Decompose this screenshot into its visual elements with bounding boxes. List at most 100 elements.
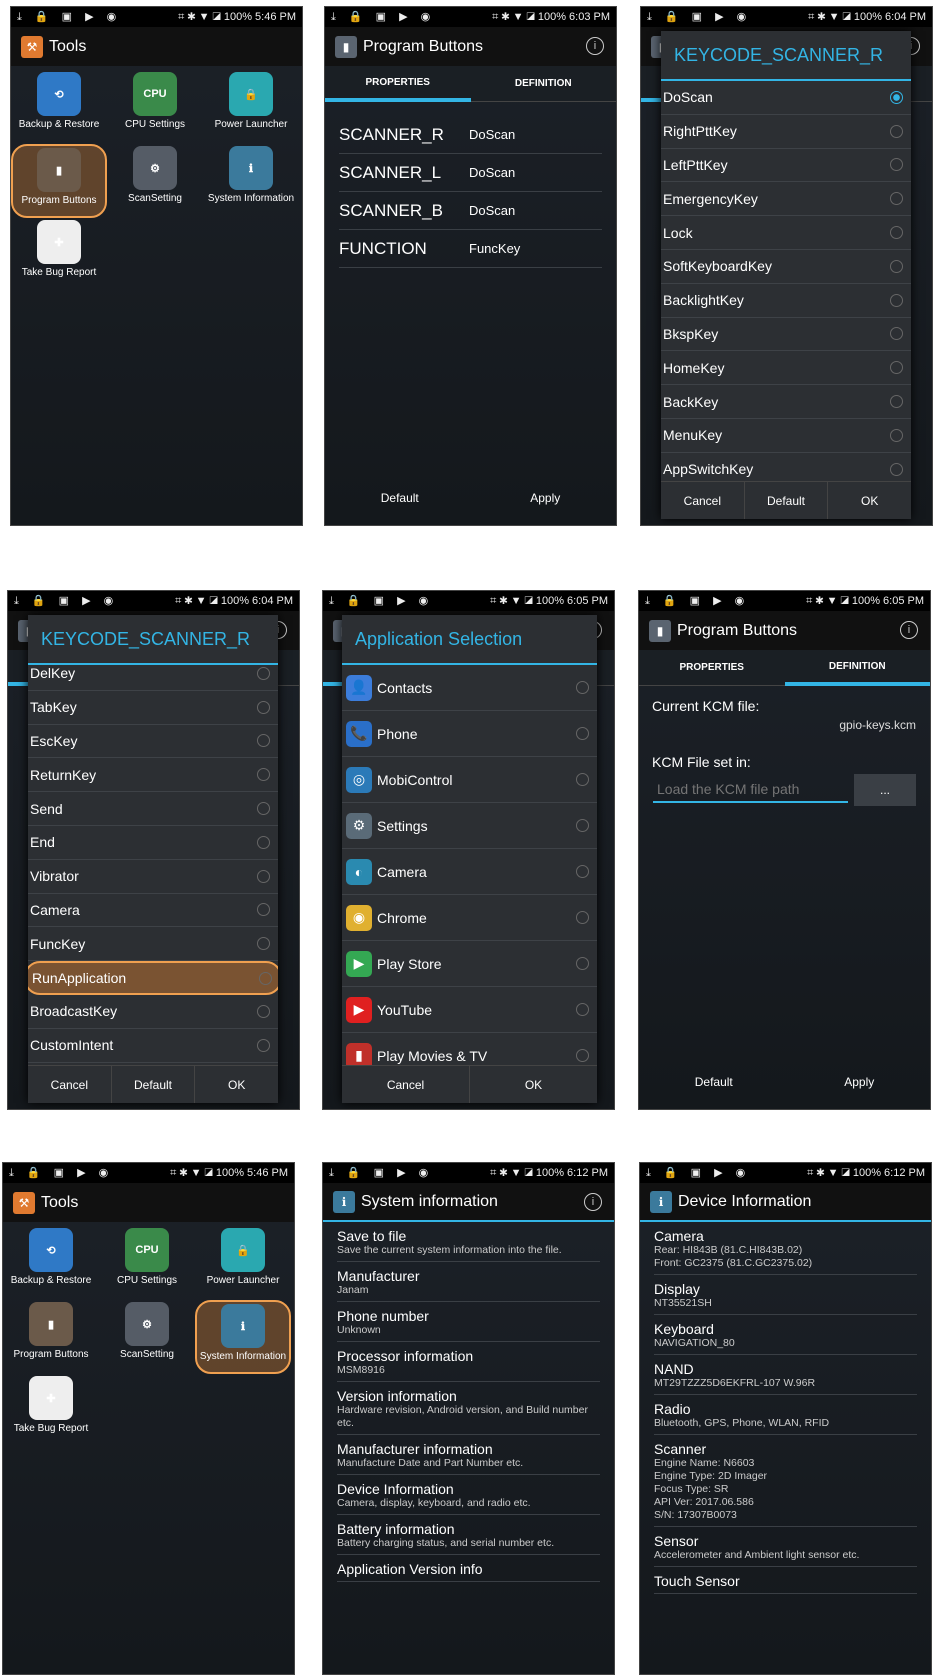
button-mapping-row[interactable]: SCANNER_R DoScan bbox=[339, 116, 602, 154]
cancel-button[interactable]: Cancel bbox=[342, 1066, 470, 1103]
app-backup-restore[interactable]: ⟲ Backup & Restore bbox=[11, 70, 107, 144]
app-backup-restore[interactable]: ⟲ Backup & Restore bbox=[3, 1226, 99, 1300]
info-item[interactable]: Processor information MSM8916 bbox=[337, 1342, 600, 1382]
info-item[interactable]: Device Information Camera, display, keybo… bbox=[337, 1475, 600, 1515]
default-button[interactable]: Default bbox=[745, 482, 829, 519]
kcm-path-input[interactable] bbox=[653, 777, 848, 803]
keycode-option[interactable]: Lock bbox=[661, 216, 911, 250]
app-option[interactable]: ▮ Play Movies & TV bbox=[342, 1033, 597, 1065]
app-power-launcher[interactable]: 🔒 Power Launcher bbox=[195, 1226, 291, 1300]
button-mapping-row[interactable]: SCANNER_B DoScan bbox=[339, 192, 602, 230]
radio-button[interactable] bbox=[257, 700, 270, 714]
info-item[interactable]: Save to file Save the current system info… bbox=[337, 1222, 600, 1262]
info-item[interactable]: Phone number Unknown bbox=[337, 1302, 600, 1342]
radio-button[interactable] bbox=[257, 666, 270, 680]
keycode-option[interactable]: BacklightKey bbox=[661, 284, 911, 318]
default-button[interactable]: Default bbox=[381, 491, 419, 505]
radio-button[interactable] bbox=[890, 124, 903, 138]
app-option[interactable]: ▶ YouTube bbox=[342, 987, 597, 1033]
info-icon[interactable]: i bbox=[584, 1193, 602, 1211]
info-icon[interactable]: i bbox=[586, 37, 604, 55]
keycode-option[interactable]: SoftKeyboardKey bbox=[661, 250, 911, 284]
radio-button[interactable] bbox=[576, 819, 589, 832]
radio-button[interactable] bbox=[890, 327, 903, 341]
app-system-info[interactable]: ℹ System Information bbox=[203, 144, 299, 218]
radio-button[interactable] bbox=[257, 1038, 270, 1052]
tab-definition[interactable]: DEFINITION bbox=[470, 66, 616, 102]
radio-button[interactable] bbox=[890, 192, 903, 206]
ok-button[interactable]: OK bbox=[828, 482, 911, 519]
radio-button[interactable] bbox=[576, 957, 589, 970]
keycode-option[interactable]: BroadcastKey bbox=[28, 995, 278, 1029]
keycode-option[interactable]: Send bbox=[28, 792, 278, 826]
radio-button[interactable] bbox=[890, 90, 903, 104]
app-option[interactable]: 👤 Contacts bbox=[342, 665, 597, 711]
tab-definition[interactable]: DEFINITION bbox=[784, 650, 930, 686]
button-mapping-row[interactable]: FUNCTION FuncKey bbox=[339, 230, 602, 268]
radio-button[interactable] bbox=[576, 865, 589, 878]
info-item[interactable]: Battery information Battery charging stat… bbox=[337, 1515, 600, 1555]
app-option[interactable]: 📞 Phone bbox=[342, 711, 597, 757]
app-cpu[interactable]: CPU CPU Settings bbox=[99, 1226, 195, 1300]
keycode-option[interactable]: LeftPttKey bbox=[661, 149, 911, 183]
keycode-option[interactable]: DoScan bbox=[661, 81, 911, 115]
apply-button[interactable]: Apply bbox=[530, 491, 560, 505]
app-option[interactable]: ⚙ Settings bbox=[342, 803, 597, 849]
default-button[interactable]: Default bbox=[112, 1066, 196, 1103]
radio-button[interactable] bbox=[890, 259, 903, 273]
app-option[interactable]: ◐ Camera bbox=[342, 849, 597, 895]
keycode-option[interactable]: EscKey bbox=[28, 725, 278, 759]
radio-button[interactable] bbox=[890, 395, 903, 409]
radio-button[interactable] bbox=[257, 869, 270, 883]
app-cpu[interactable]: CPU CPU Settings bbox=[107, 70, 203, 144]
browse-button[interactable]: ... bbox=[854, 774, 916, 806]
radio-button[interactable] bbox=[257, 835, 270, 849]
radio-button[interactable] bbox=[890, 158, 903, 172]
tab-properties[interactable]: PROPERTIES bbox=[639, 650, 785, 686]
tab-properties[interactable]: PROPERTIES bbox=[325, 66, 471, 102]
keycode-option[interactable]: RightPttKey bbox=[661, 115, 911, 149]
info-item[interactable]: Manufacturer Janam bbox=[337, 1262, 600, 1302]
keycode-option[interactable]: Vibrator bbox=[28, 860, 278, 894]
radio-button[interactable] bbox=[576, 911, 589, 924]
keycode-option[interactable]: FuncKey bbox=[28, 927, 278, 962]
keycode-option[interactable]: ReturnKey bbox=[28, 758, 278, 793]
app-scan-setting[interactable]: ⚙ ScanSetting bbox=[107, 144, 203, 218]
app-bug-report[interactable]: ✚ Take Bug Report bbox=[11, 218, 107, 292]
radio-button[interactable] bbox=[257, 768, 270, 782]
radio-button[interactable] bbox=[257, 802, 270, 816]
keycode-option[interactable]: HomeKey bbox=[661, 351, 911, 386]
info-item[interactable]: Application Version info bbox=[337, 1555, 600, 1582]
info-icon[interactable]: i bbox=[900, 621, 918, 639]
radio-button[interactable] bbox=[257, 903, 270, 917]
radio-button[interactable] bbox=[890, 293, 903, 307]
app-option[interactable]: ▶ Play Store bbox=[342, 941, 597, 987]
keycode-option[interactable]: RunApplication bbox=[28, 961, 278, 995]
keycode-option[interactable]: CustomIntent bbox=[28, 1029, 278, 1063]
apply-button[interactable]: Apply bbox=[844, 1075, 874, 1089]
keycode-option[interactable]: DelKey bbox=[28, 665, 278, 691]
radio-button[interactable] bbox=[576, 773, 589, 786]
radio-button[interactable] bbox=[890, 361, 903, 375]
keycode-option[interactable]: AppSwitchKey bbox=[661, 453, 911, 481]
app-program-buttons[interactable]: ▮ Program Buttons bbox=[11, 144, 107, 218]
keycode-option[interactable]: TabKey bbox=[28, 691, 278, 725]
ok-button[interactable]: OK bbox=[470, 1066, 597, 1103]
radio-button[interactable] bbox=[576, 727, 589, 740]
app-option[interactable]: ◎ MobiControl bbox=[342, 757, 597, 803]
keycode-option[interactable]: BackKey bbox=[661, 385, 911, 419]
radio-button[interactable] bbox=[576, 1003, 589, 1016]
keycode-option[interactable]: BkspKey bbox=[661, 318, 911, 352]
keycode-option[interactable]: End bbox=[28, 826, 278, 860]
info-item[interactable]: Manufacturer information Manufacture Date… bbox=[337, 1435, 600, 1475]
app-system-info[interactable]: ℹ System Information bbox=[195, 1300, 291, 1374]
info-item[interactable]: Version information Hardware revision, An… bbox=[337, 1382, 600, 1435]
ok-button[interactable]: OK bbox=[195, 1066, 278, 1103]
button-mapping-row[interactable]: SCANNER_L DoScan bbox=[339, 154, 602, 192]
radio-button[interactable] bbox=[257, 1004, 270, 1018]
default-button[interactable]: Default bbox=[695, 1075, 733, 1089]
radio-button[interactable] bbox=[576, 1049, 589, 1062]
app-scan-setting[interactable]: ⚙ ScanSetting bbox=[99, 1300, 195, 1374]
radio-button[interactable] bbox=[890, 428, 903, 442]
radio-button[interactable] bbox=[890, 462, 903, 476]
